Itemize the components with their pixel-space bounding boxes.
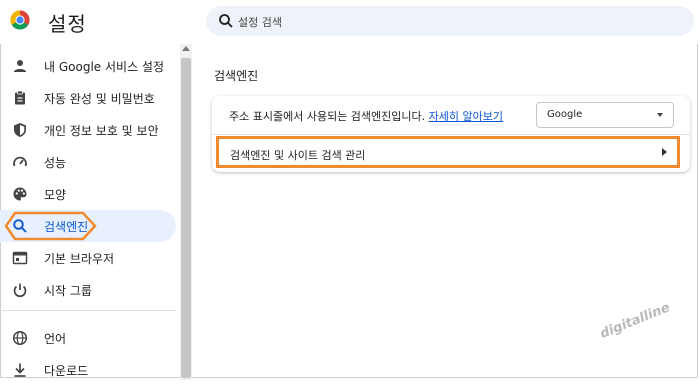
sidebar-item-performance[interactable]: 성능 — [0, 146, 176, 178]
sidebar: 내 Google 서비스 설정 자동 완성 및 비밀번호 개인 정보 보호 및 … — [0, 44, 180, 380]
shield-icon — [14, 123, 26, 137]
sidebar-item-default-browser[interactable]: 기본 브라우저 — [0, 242, 176, 274]
manage-search-engines-label: 검색엔진 및 사이트 검색 관리 — [230, 149, 366, 162]
search-input[interactable]: 설정 검색 — [206, 6, 694, 36]
highlight-outline — [4, 211, 97, 241]
sidebar-scrollbar-thumb[interactable] — [181, 58, 191, 378]
description-text: 주소 표시줄에서 사용되는 검색엔진입니다. — [229, 110, 426, 123]
sidebar-item-on-startup[interactable]: 시작 그룹 — [0, 274, 176, 306]
palette-icon — [13, 187, 27, 201]
chevron-down-icon — [657, 113, 663, 117]
browser-window-icon — [12, 251, 28, 265]
sidebar-item-downloads[interactable]: 다운로드 — [0, 354, 176, 386]
sidebar-item-label: 모양 — [44, 188, 67, 202]
download-icon — [14, 363, 26, 377]
sidebar-item-privacy[interactable]: 개인 정보 보호 및 보안 — [0, 114, 176, 146]
power-icon — [13, 283, 27, 298]
arrow-right-icon — [662, 148, 667, 156]
section-title: 검색엔진 — [214, 69, 259, 83]
sidebar-item-appearance[interactable]: 모양 — [0, 178, 176, 210]
select-value: Google — [547, 109, 583, 120]
sidebar-item-autofill[interactable]: 자동 완성 및 비밀번호 — [0, 82, 176, 114]
sidebar-item-label: 개인 정보 보호 및 보안 — [44, 124, 159, 138]
sidebar-item-search-engine[interactable]: 검색엔진 — [0, 210, 176, 242]
row-divider — [212, 134, 690, 135]
clipboard-icon — [15, 90, 25, 105]
sidebar-item-label: 언어 — [44, 332, 67, 346]
search-engine-select[interactable]: Google — [536, 102, 674, 128]
speedometer-icon — [13, 156, 27, 167]
scroll-up-arrow-icon[interactable] — [182, 46, 190, 51]
sidebar-item-label: 내 Google 서비스 설정 — [44, 60, 165, 74]
sidebar-item-label: 시작 그룹 — [44, 284, 92, 298]
person-icon — [14, 60, 26, 72]
page-title: 설정 — [48, 12, 87, 36]
sidebar-item-label: 기본 브라우저 — [44, 252, 115, 266]
globe-icon — [12, 330, 28, 346]
sidebar-divider — [0, 310, 176, 311]
header: 설정 설정 검색 — [0, 0, 700, 44]
search-engine-description: 주소 표시줄에서 사용되는 검색엔진입니다. 자세히 알아보기 — [229, 108, 503, 124]
search-icon — [219, 14, 233, 28]
manage-search-engines-row[interactable]: 검색엔진 및 사이트 검색 관리 — [216, 136, 680, 168]
chrome-logo-icon[interactable] — [10, 10, 30, 30]
learn-more-link[interactable]: 자세히 알아보기 — [429, 110, 503, 123]
search-placeholder: 설정 검색 — [238, 16, 282, 29]
sidebar-item-languages[interactable]: 언어 — [0, 322, 176, 354]
sidebar-item-label: 다운로드 — [44, 364, 89, 378]
search-engine-card: 주소 표시줄에서 사용되는 검색엔진입니다. 자세히 알아보기 Google 검… — [212, 96, 690, 172]
sidebar-item-label: 자동 완성 및 비밀번호 — [44, 92, 155, 106]
sidebar-item-google-services[interactable]: 내 Google 서비스 설정 — [0, 50, 176, 82]
sidebar-item-label: 성능 — [44, 156, 67, 170]
